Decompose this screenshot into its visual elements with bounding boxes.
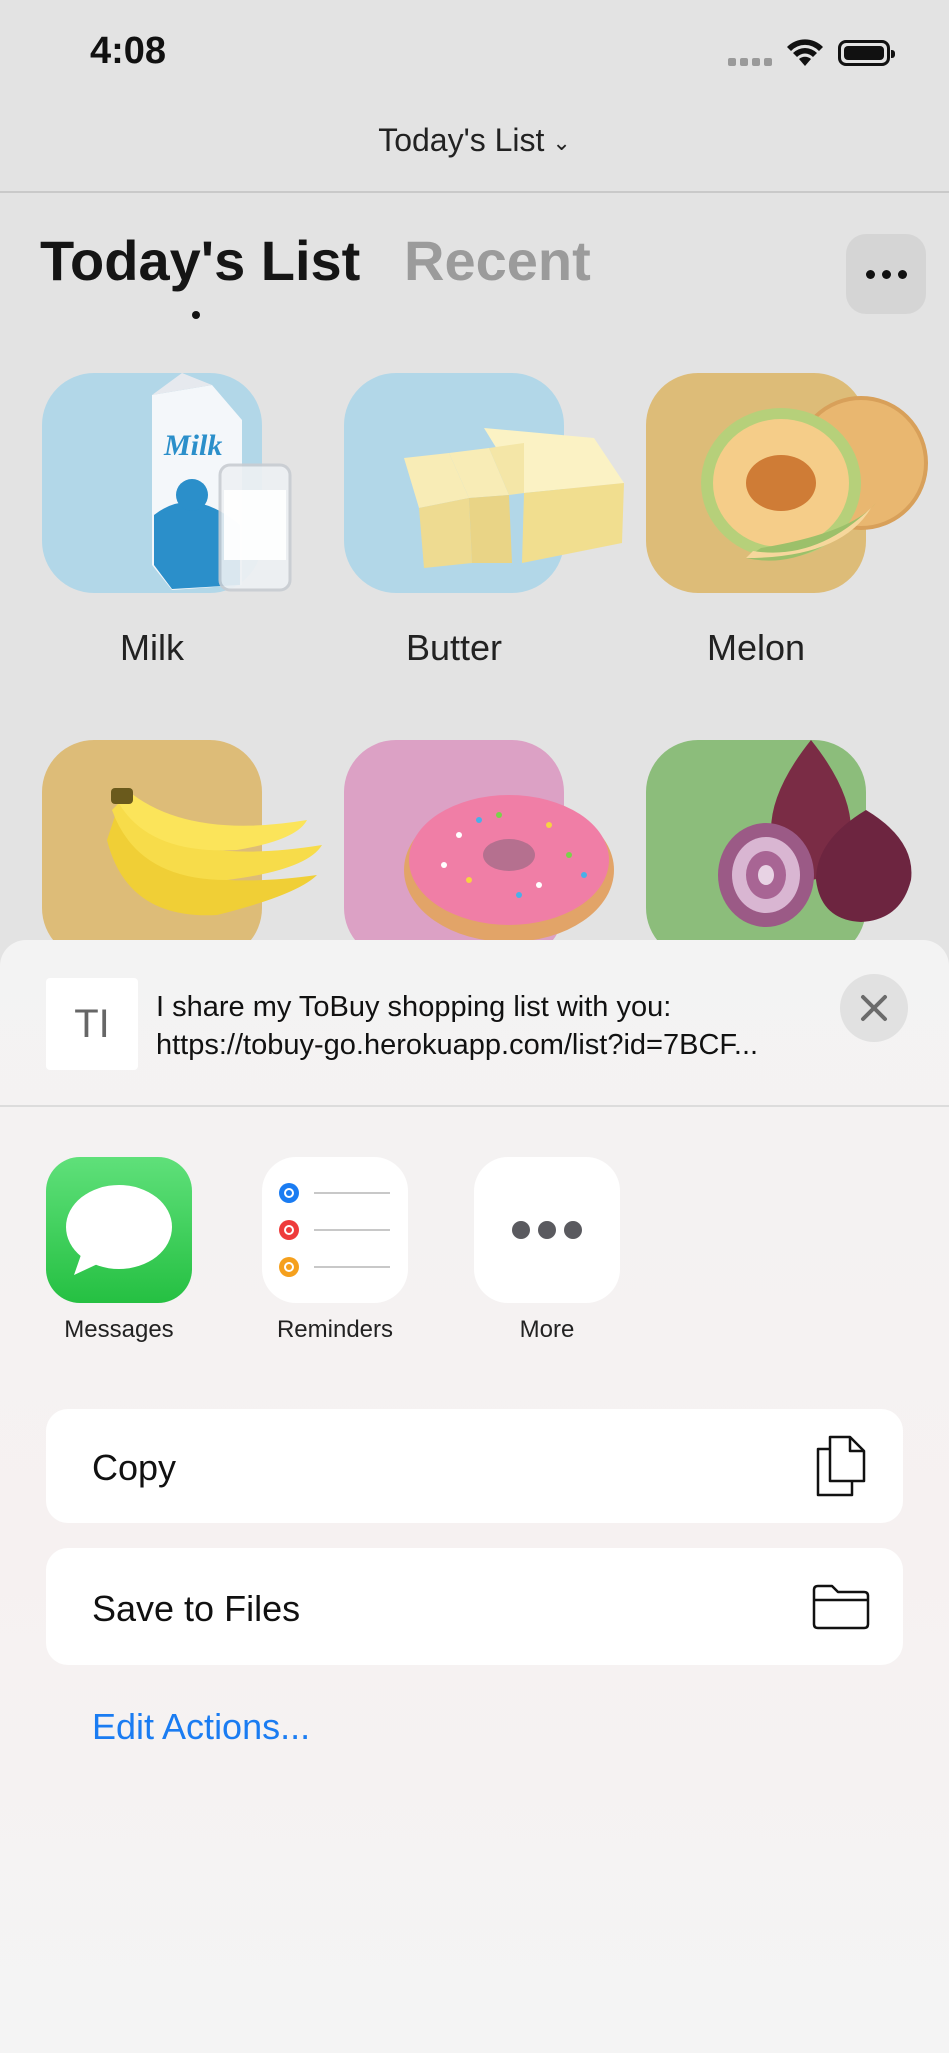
active-tab-indicator [192, 311, 200, 319]
save-to-files-action-label: Save to Files [92, 1588, 301, 1629]
close-button[interactable] [840, 974, 908, 1042]
svg-text:Milk: Milk [163, 429, 222, 462]
save-to-files-action[interactable]: Save to Files [46, 1548, 903, 1665]
chevron-down-icon: ⌄ [552, 129, 571, 155]
sheet-divider [0, 1105, 949, 1107]
close-icon [861, 995, 887, 1021]
messages-app-button[interactable] [46, 1157, 192, 1303]
onion-icon [718, 740, 912, 927]
copy-action-label: Copy [92, 1447, 177, 1488]
butter-icon [404, 428, 624, 568]
edit-actions-link[interactable]: Edit Actions... [92, 1706, 310, 1748]
status-time: 4:08 [90, 30, 167, 72]
grid-item-banana[interactable] [42, 740, 322, 960]
preview-icon-glyph: TI [74, 1001, 110, 1046]
more-icon [512, 1221, 582, 1239]
wifi-icon [787, 39, 823, 66]
item-label-butter: Butter [405, 627, 503, 668]
donut-icon [404, 795, 614, 942]
app-label-more: More [519, 1316, 575, 1343]
melon-icon [701, 396, 928, 561]
copy-action[interactable]: Copy [46, 1409, 903, 1523]
nav-divider [0, 191, 949, 193]
app-label-messages: Messages [64, 1316, 174, 1343]
grid-item-butter[interactable] [344, 373, 624, 593]
folder-icon [812, 1584, 870, 1630]
copy-icon [816, 1435, 866, 1497]
text-document-icon: TI [46, 978, 138, 1070]
share-preview-line2: https://tobuy-go.herokuapp.com/list?id=7… [156, 1029, 759, 1061]
app-label-reminders: Reminders [276, 1316, 394, 1343]
list-selector[interactable]: Today's List ⌄ [0, 122, 949, 159]
reminders-icon [279, 1183, 390, 1277]
share-preview-text: I share my ToBuy shopping list with you:… [156, 988, 816, 1064]
messages-icon [66, 1185, 172, 1275]
cellular-signal-icon [728, 58, 774, 68]
item-label-milk: Milk [120, 627, 184, 668]
battery-icon [838, 40, 895, 66]
item-label-melon: Melon [706, 627, 806, 668]
list-selector-label: Today's List [378, 122, 545, 158]
milk-icon: Milk [152, 373, 292, 592]
more-apps-button[interactable] [474, 1157, 620, 1303]
more-options-button[interactable] [846, 234, 926, 314]
grid-item-donut[interactable] [344, 740, 614, 960]
share-preview-line1: I share my ToBuy shopping list with you: [156, 991, 672, 1023]
grid-item-melon[interactable] [646, 373, 928, 593]
tab-todays-list[interactable]: Today's List [40, 228, 360, 293]
banana-icon [107, 788, 322, 916]
reminders-app-button[interactable] [262, 1157, 408, 1303]
grid-item-onion[interactable] [646, 740, 912, 960]
grid-item-milk[interactable]: Milk [42, 373, 292, 593]
tab-recent[interactable]: Recent [404, 228, 591, 293]
